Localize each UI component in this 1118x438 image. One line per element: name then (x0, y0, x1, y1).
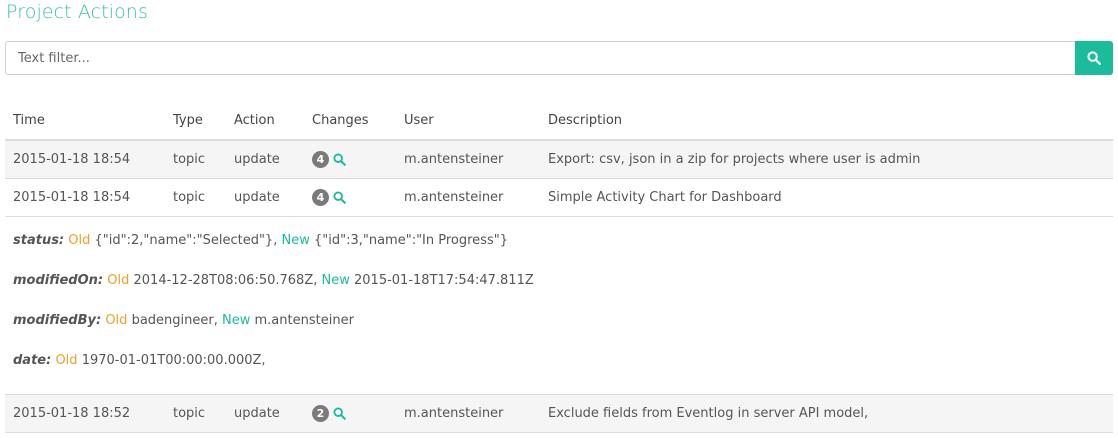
row-user: m.antensteiner (404, 152, 504, 167)
actions-table: Time Type Action Changes User Descriptio… (5, 102, 1113, 433)
old-label: Old (107, 273, 130, 288)
new-value: 2015-01-18T17:54:47.811Z (354, 273, 534, 288)
header-description[interactable]: Description (548, 113, 622, 128)
change-field-name: modifiedBy: (13, 313, 102, 328)
row-changes: 2 (312, 405, 346, 422)
old-value: {"id":2,"name":"Selected"}, (94, 233, 278, 248)
row-time: 2015-01-18 18:52 (13, 406, 131, 421)
changes-count-badge: 4 (312, 151, 329, 168)
changes-count-badge: 2 (312, 405, 329, 422)
table-header-row: Time Type Action Changes User Descriptio… (5, 102, 1113, 141)
change-field-name: date: (13, 353, 52, 368)
header-action[interactable]: Action (234, 113, 275, 128)
old-value: 1970-01-01T00:00:00.000Z, (81, 353, 266, 368)
header-time[interactable]: Time (13, 113, 45, 128)
change-field-name: modifiedOn: (13, 273, 104, 288)
table-row[interactable]: 2015-01-18 18:54 topic update 4 m.antens… (5, 179, 1113, 217)
search-button[interactable] (1075, 41, 1113, 75)
project-actions-page: Project Actions Time Type Action Changes… (0, 0, 1118, 438)
header-user[interactable]: User (404, 113, 434, 128)
new-label: New (222, 313, 251, 328)
change-field-name: status: (13, 233, 65, 248)
table-row[interactable]: 2015-01-18 18:52 topic update 2 m.antens… (5, 395, 1113, 433)
row-user: m.antensteiner (404, 190, 504, 205)
row-action: update (234, 152, 280, 167)
row-changes: 4 (312, 189, 346, 206)
show-changes-button[interactable] (333, 153, 346, 166)
text-filter-input[interactable] (5, 41, 1075, 75)
magnifier-icon (333, 407, 346, 420)
row-time: 2015-01-18 18:54 (13, 152, 131, 167)
old-value: 2014-12-28T08:06:50.768Z, (133, 273, 318, 288)
old-value: badengineer, (131, 313, 218, 328)
row-type: topic (173, 406, 206, 421)
row-changes: 4 (312, 151, 346, 168)
row-time: 2015-01-18 18:54 (13, 190, 131, 205)
change-line: modifiedBy: Old badengineer, New m.anten… (13, 313, 354, 328)
change-line: status: Old {"id":2,"name":"Selected"}, … (13, 233, 508, 248)
changes-count-badge: 4 (312, 189, 329, 206)
magnifier-icon (333, 191, 346, 204)
row-description: Exclude fields from Eventlog in server A… (548, 406, 869, 421)
row-action: update (234, 190, 280, 205)
old-label: Old (105, 313, 128, 328)
show-changes-button[interactable] (333, 191, 346, 204)
search-icon (1087, 51, 1101, 65)
page-title: Project Actions (6, 1, 148, 23)
row-description: Simple Activity Chart for Dashboard (548, 190, 782, 205)
header-type[interactable]: Type (173, 113, 203, 128)
change-line: date: Old 1970-01-01T00:00:00.000Z, (13, 353, 266, 368)
new-label: New (321, 273, 350, 288)
magnifier-icon (333, 153, 346, 166)
new-value: m.antensteiner (254, 313, 354, 328)
header-changes[interactable]: Changes (312, 113, 369, 128)
change-line: modifiedOn: Old 2014-12-28T08:06:50.768Z… (13, 273, 534, 288)
row-user: m.antensteiner (404, 406, 504, 421)
old-label: Old (68, 233, 91, 248)
row-type: topic (173, 152, 206, 167)
change-details-panel: status: Old {"id":2,"name":"Selected"}, … (5, 217, 1113, 395)
search-bar (5, 41, 1113, 75)
new-value: {"id":3,"name":"In Progress"} (313, 233, 508, 248)
row-description: Export: csv, json in a zip for projects … (548, 152, 921, 167)
row-type: topic (173, 190, 206, 205)
new-label: New (281, 233, 310, 248)
row-action: update (234, 406, 280, 421)
show-changes-button[interactable] (333, 407, 346, 420)
old-label: Old (55, 353, 78, 368)
table-row[interactable]: 2015-01-18 18:54 topic update 4 m.antens… (5, 141, 1113, 179)
